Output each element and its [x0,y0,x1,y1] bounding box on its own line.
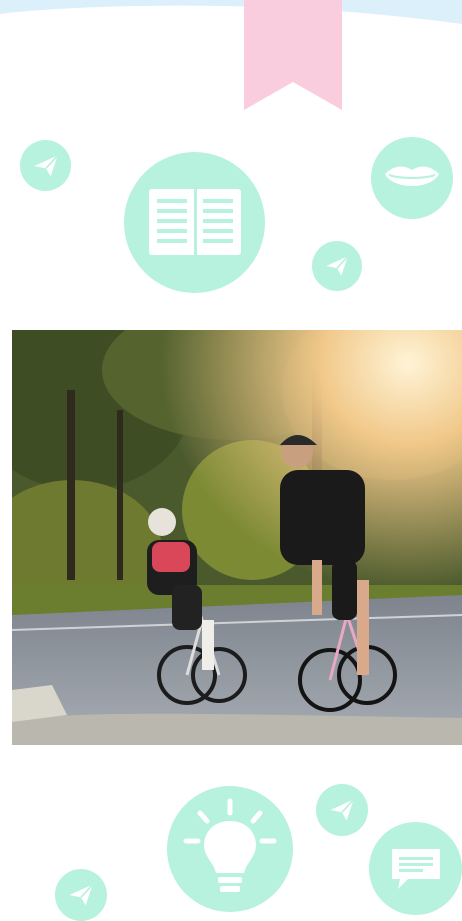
lips-icon [371,137,453,219]
paper-plane-icon [316,784,368,836]
chat-bubble-icon [369,822,462,915]
paper-plane-icon [55,869,107,921]
cyclists-photo [12,330,462,745]
top-wave-decoration [0,0,462,24]
bookmark-ribbon-icon [244,0,342,110]
lightbulb-icon [167,786,293,912]
paper-plane-icon [312,241,362,291]
paper-plane-icon [20,140,71,191]
document-icon [124,152,265,293]
